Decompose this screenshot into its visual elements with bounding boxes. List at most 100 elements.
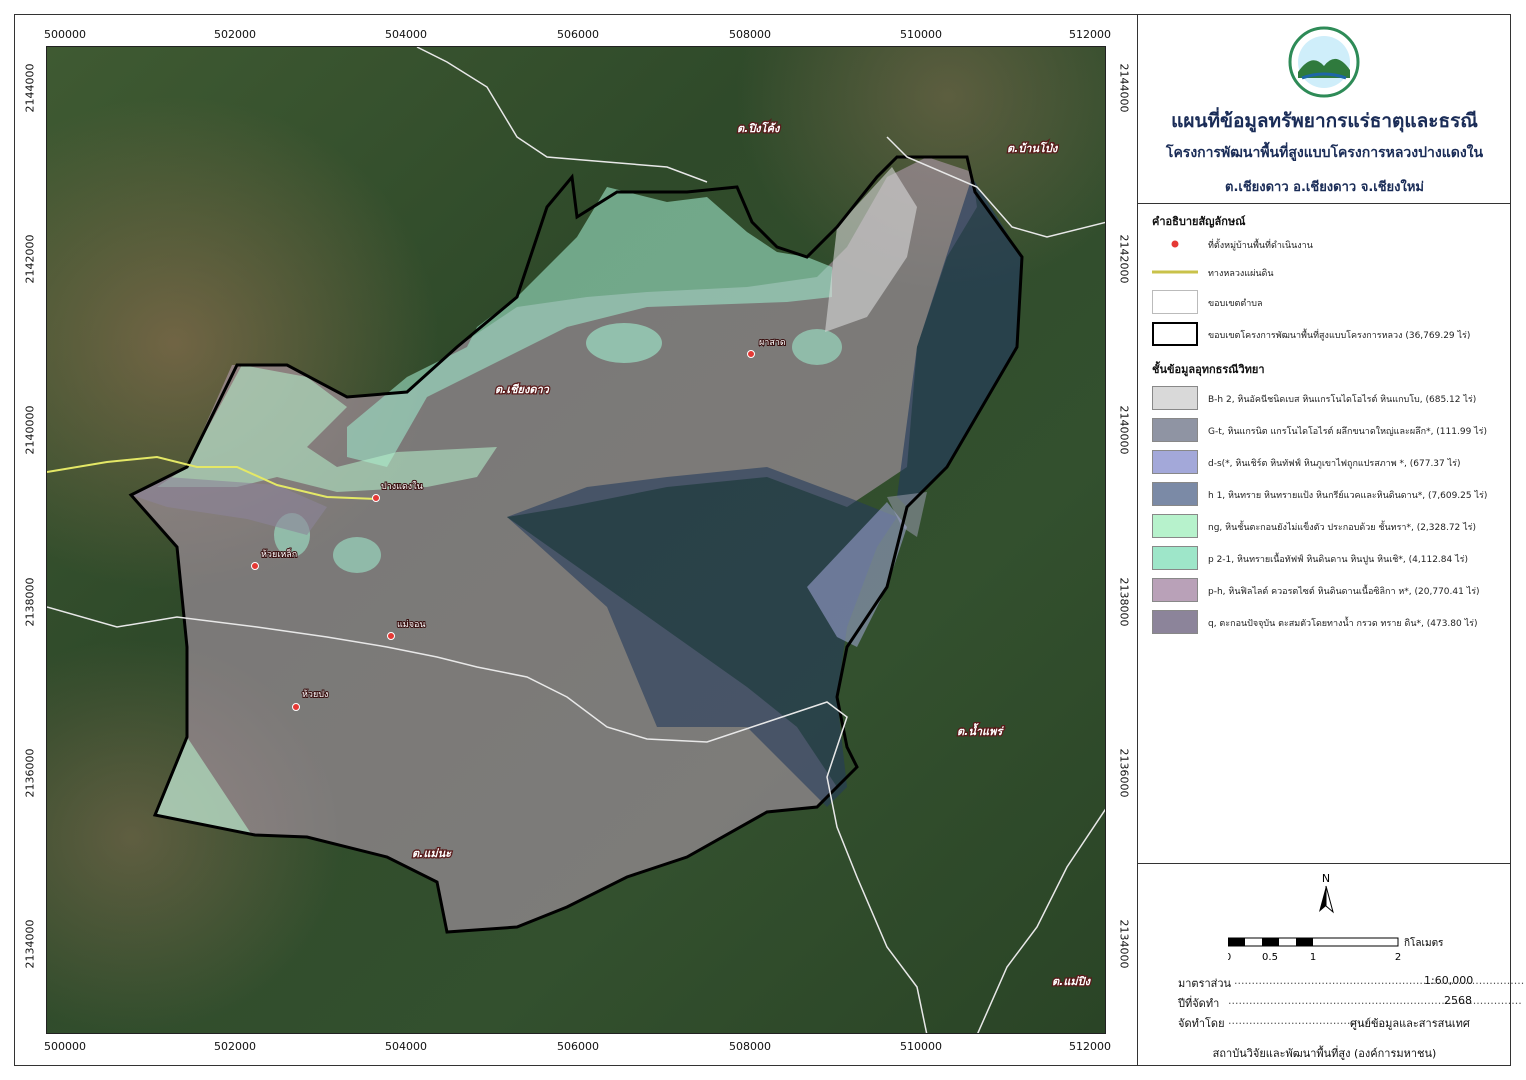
unit-swatch [1152, 546, 1198, 570]
legend-item: d-s(*, หินเชิร์ต หินทัฟฟ์ หินภูเขาไฟถูกแ… [1152, 450, 1502, 474]
y-tick: 2144000 [23, 63, 37, 113]
legend-item-label: h 1, หินทราย หินทรายแป้ง หินกรีย์แวคและห… [1208, 491, 1488, 501]
unit-swatch [1152, 450, 1198, 474]
x-tick: 508000 [729, 1040, 771, 1053]
north-label: N [1322, 872, 1330, 885]
legend-item: B-h 2, หินอัคนีชนิดเบส หินแกรโนไดโอไรต์ … [1152, 386, 1502, 410]
x-tick: 506000 [557, 28, 599, 41]
x-tick: 506000 [557, 1040, 599, 1053]
legend-item-label: B-h 2, หินอัคนีชนิดเบส หินแกรโนไดโอไรต์ … [1208, 395, 1477, 405]
map-title: แผนที่ข้อมูลทรัพยากรแร่ธาตุและธรณี [1171, 110, 1478, 132]
legend-item-label: ทางหลวงแผ่นดิน [1208, 269, 1274, 279]
x-tick: 500000 [44, 28, 86, 41]
subdistrict-label: ต.บ้านโป่ง [1007, 141, 1059, 155]
made-by-label: จัดทำโดย [1178, 1017, 1225, 1030]
legend-item: G-t, หินแกรนิต แกรโนไดโอไรต์ ผลึกขนาดใหญ… [1152, 418, 1502, 442]
legend-heading: คำอธิบายสัญลักษณ์ [1152, 215, 1246, 228]
unit-swatch [1152, 418, 1198, 442]
village-marker-symbol [1152, 232, 1198, 256]
made-by-value: ศูนย์ข้อมูลและสารสนเทศ [1350, 1017, 1470, 1030]
legend-item-label: d-s(*, หินเชิร์ต หินทัฟฟ์ หินภูเขาไฟถูกแ… [1208, 459, 1461, 469]
year-value: 2568 [1444, 994, 1472, 1007]
subdistrict-label: ต.น้ำแพร่ [957, 723, 1004, 738]
y-tick: 2136000 [1117, 748, 1131, 798]
scale-bar: 0 0.5 1 2 กิโลเมตร [1228, 936, 1444, 962]
y-tick: 2142000 [1117, 234, 1131, 284]
y-tick: 2142000 [23, 234, 37, 284]
scale-label: 1 [1310, 952, 1316, 962]
x-tick: 512000 [1069, 1040, 1111, 1053]
map-svg: ต.ปิงโค้ง ต.บ้านโป่ง ต.เชียงดาว ต.น้ำแพร… [47, 47, 1105, 1033]
subdistrict-label: ต.เชียงดาว [495, 383, 550, 396]
map-info: N 0 0.5 1 2 กิโลเมตร มาตราส่วน .........… [1138, 864, 1524, 1066]
legend-item-label: ขอบเขตโครงการพัฒนาพื้นที่สูงแบบโครงการหล… [1208, 331, 1471, 341]
unit-swatch [1152, 482, 1198, 506]
y-tick: 2138000 [1117, 577, 1131, 627]
scale-unit: กิโลเมตร [1404, 936, 1444, 949]
legend-item-label: ที่ตั้งหมู่บ้านพื้นที่ดำเนินงาน [1208, 241, 1313, 251]
x-tick: 500000 [44, 1040, 86, 1053]
scale-info-label: มาตราส่วน [1178, 977, 1232, 990]
x-tick: 502000 [214, 28, 256, 41]
y-tick: 2144000 [1117, 63, 1131, 113]
x-tick: 512000 [1069, 28, 1111, 41]
legend-item-label: p 2-1, หินทรายเนื้อทัฟฟ์ หินดินดาน หินปู… [1208, 555, 1468, 565]
legend-item-label: q, ตะกอนปัจจุบัน ตะสมตัวโดยทางน้ำ กรวด ท… [1208, 619, 1478, 629]
scale-label: 0 [1228, 952, 1231, 962]
village-label: ปางแดงใน [381, 481, 423, 492]
legend-item-label: ng, หินชั้นตะกอนยังไม่แข็งตัว ประกอบด้วย… [1208, 523, 1477, 533]
side-panel: แผนที่ข้อมูลทรัพยากรแร่ธาตุและธรณี โครงก… [1138, 14, 1524, 1066]
y-tick: 2134000 [1117, 919, 1131, 969]
geo-unit-p-2-1[interactable] [333, 537, 381, 573]
x-tick: 504000 [385, 1040, 427, 1053]
legend: คำอธิบายสัญลักษณ์ ที่ตั้งหมู่บ้านพื้นที่… [1138, 204, 1511, 864]
title-box: แผนที่ข้อมูลทรัพยากรแร่ธาตุและธรณี โครงก… [1138, 14, 1511, 204]
unit-swatch [1152, 386, 1198, 410]
geo-unit-p-2-1[interactable] [792, 329, 842, 365]
project-boundary-symbol [1152, 322, 1198, 346]
y-tick: 2140000 [23, 405, 37, 455]
subdistrict-label: ต.แม่นะ [412, 847, 452, 860]
legend-item-label: ขอบเขตตำบล [1208, 299, 1263, 309]
village-label: ห้วยปง [302, 689, 328, 700]
geo-unit-p-2-1[interactable] [586, 323, 662, 363]
x-tick: 510000 [900, 1040, 942, 1053]
legend-item: ขอบเขตโครงการพัฒนาพื้นที่สูงแบบโครงการหล… [1152, 322, 1502, 346]
map-canvas[interactable]: ต.ปิงโค้ง ต.บ้านโป่ง ต.เชียงดาว ต.น้ำแพร… [46, 46, 1106, 1034]
map-subtitle: โครงการพัฒนาพื้นที่สูงแบบโครงการหลวงปางแ… [1165, 145, 1484, 161]
legend-item: ขอบเขตตำบล [1152, 290, 1502, 314]
legend-item-label: G-t, หินแกรนิต แกรโนไดโอไรต์ ผลึกขนาดใหญ… [1208, 427, 1488, 437]
y-tick: 2138000 [23, 577, 37, 627]
unit-swatch [1152, 578, 1198, 602]
y-tick: 2140000 [1117, 405, 1131, 455]
village-label: แม่จอน [397, 620, 426, 630]
map-area-name: ต.เชียงดาว อ.เชียงดาว จ.เชียงใหม่ [1225, 180, 1424, 195]
legend-item: ng, หินชั้นตะกอนยังไม่แข็งตัว ประกอบด้วย… [1152, 514, 1502, 538]
subdistrict-label: ต.ปิงโค้ง [737, 121, 781, 135]
institute-logo [1288, 26, 1360, 98]
legend-item: h 1, หินทราย หินทรายแป้ง หินกรีย์แวคและห… [1152, 482, 1502, 506]
scale-label: 0.5 [1262, 952, 1278, 962]
x-tick: 508000 [729, 28, 771, 41]
y-tick: 2136000 [23, 748, 37, 798]
legend-item: p 2-1, หินทรายเนื้อทัฟฟ์ หินดินดาน หินปู… [1152, 546, 1502, 570]
y-tick: 2134000 [23, 919, 37, 969]
legend-item-label: p-h, หินฟิลไลต์ ควอรตไซต์ หินดินดานเนื้อ… [1208, 587, 1480, 597]
scale-info-value: 1:60,000 [1424, 974, 1474, 987]
subdistrict-label: ต.แม่ปิง [1052, 975, 1092, 988]
x-tick: 510000 [900, 28, 942, 41]
scale-label: 2 [1395, 952, 1401, 962]
x-tick: 502000 [214, 1040, 256, 1053]
legend-item: ทางหลวงแผ่นดิน [1152, 260, 1502, 284]
legend-item: p-h, หินฟิลไลต์ ควอรตไซต์ หินดินดานเนื้อ… [1152, 578, 1502, 602]
legend-heading: ชั้นข้อมูลอุทกธรณีวิทยา [1152, 363, 1265, 376]
village-label: ผาสาด [759, 338, 786, 348]
subdistrict-boundary-symbol [1152, 290, 1198, 314]
highway-symbol [1152, 260, 1198, 284]
year-label: ปีที่จัดทำ [1178, 997, 1220, 1010]
unit-swatch [1152, 610, 1198, 634]
map-panel: 500000 502000 504000 506000 508000 51000… [14, 14, 1138, 1066]
x-tick: 504000 [385, 28, 427, 41]
legend-item: q, ตะกอนปัจจุบัน ตะสมตัวโดยทางน้ำ กรวด ท… [1152, 610, 1502, 634]
north-arrow-icon: N [1319, 872, 1334, 914]
